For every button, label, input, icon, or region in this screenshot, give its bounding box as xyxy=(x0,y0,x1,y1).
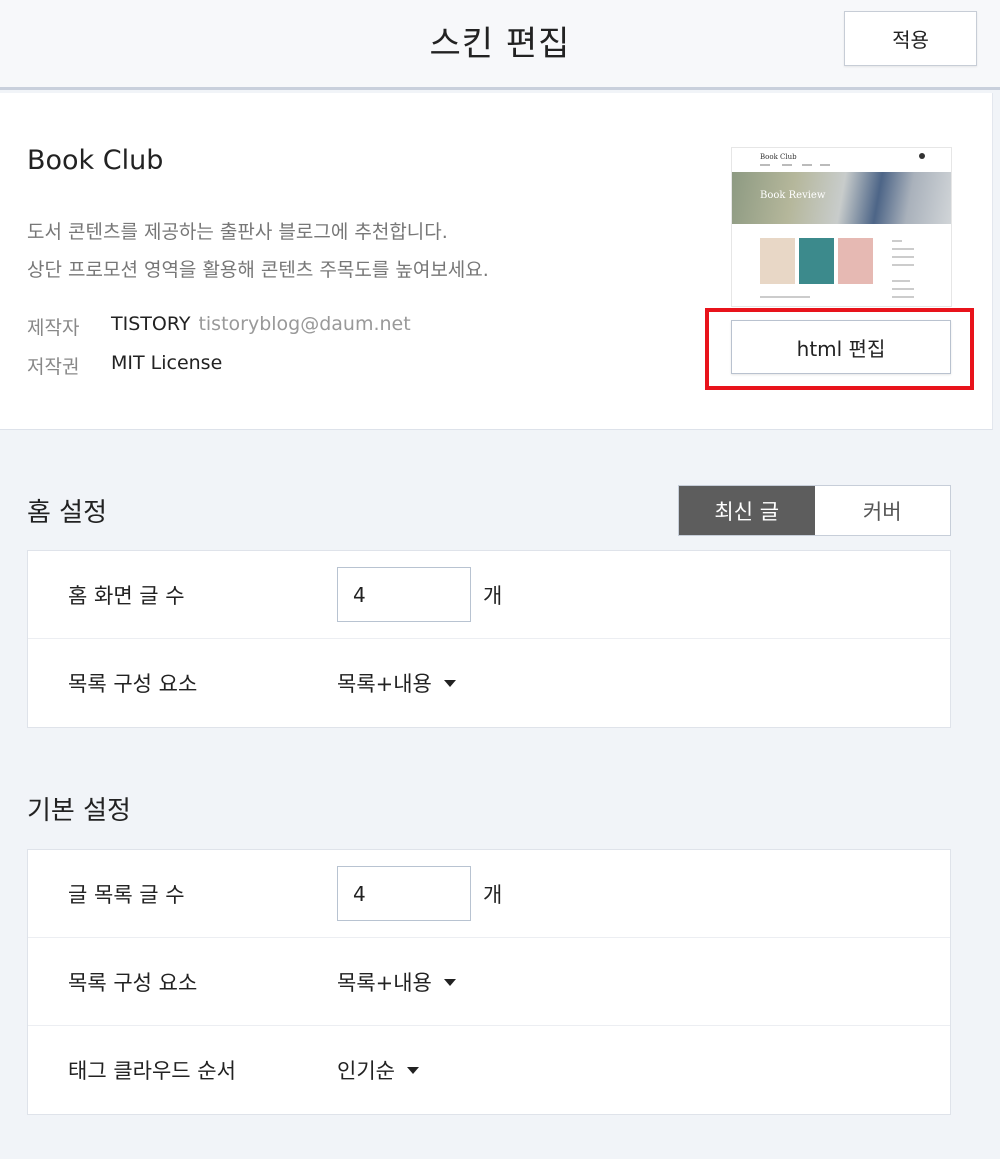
row-label: 목록 구성 요소 xyxy=(68,971,198,995)
home-settings-title: 홈 설정 xyxy=(27,498,108,528)
skin-thumbnail: Book Club Book Review xyxy=(731,147,952,307)
author-email: tistoryblog@daum.net xyxy=(198,313,411,335)
caret-down-icon xyxy=(406,1066,419,1074)
settings-row-home-post-count: 홈 화면 글 수 개 xyxy=(28,551,950,639)
skin-description-line: 상단 프로모션 영역을 활용해 콘텐츠 주목도를 높여보세요. xyxy=(27,259,489,281)
thumbnail-hero-text: Book Review xyxy=(760,190,826,201)
license-label: 저작권 xyxy=(27,356,80,378)
skin-description-line: 도서 콘텐츠를 제공하는 출판사 블로그에 추천합니다. xyxy=(27,221,448,243)
apply-button[interactable]: 적용 xyxy=(844,11,977,66)
tab-cover[interactable]: 커버 xyxy=(814,486,950,535)
row-label: 홈 화면 글 수 xyxy=(68,584,185,608)
author-row: 제작자 TISTORY tistoryblog@daum.net xyxy=(27,313,411,340)
skin-description: 도서 콘텐츠를 제공하는 출판사 블로그에 추천합니다. 상단 프로모션 영역을… xyxy=(27,213,489,289)
home-post-count-input[interactable] xyxy=(337,567,471,622)
row-label: 목록 구성 요소 xyxy=(68,672,198,696)
thumbnail-book-card xyxy=(838,238,873,284)
unit-label: 개 xyxy=(483,883,503,907)
select-value: 목록+내용 xyxy=(337,971,432,995)
thumbnail-nav-item xyxy=(782,164,792,166)
author-label: 제작자 xyxy=(27,317,80,339)
thumbnail-sidebar-line xyxy=(892,288,914,290)
html-edit-button[interactable]: html 편집 xyxy=(731,320,951,374)
thumbnail-header: Book Club xyxy=(732,148,951,172)
thumbnail-book-card xyxy=(760,238,795,284)
home-settings-panel: 홈 화면 글 수 개 목록 구성 요소 목록+내용 xyxy=(27,550,951,728)
list-post-count-input[interactable] xyxy=(337,866,471,921)
thumbnail-caption-line xyxy=(760,296,810,298)
thumbnail-logo: Book Club xyxy=(760,153,797,161)
thumbnail-search-icon xyxy=(919,153,925,159)
caret-down-icon xyxy=(443,679,456,687)
basic-settings-title: 기본 설정 xyxy=(27,796,131,826)
select-value: 인기순 xyxy=(337,1059,395,1083)
top-bar: 스킨 편집 적용 xyxy=(0,0,1000,90)
select-value: 목록+내용 xyxy=(337,672,432,696)
basic-settings-panel: 글 목록 글 수 개 목록 구성 요소 목록+내용 태그 클라우드 순서 인기순 xyxy=(27,849,951,1115)
license-value: MIT License xyxy=(111,352,223,374)
thumbnail-nav-item xyxy=(820,164,830,166)
skin-name: Book Club xyxy=(27,145,164,176)
settings-row-home-list-elements: 목록 구성 요소 목록+내용 xyxy=(28,639,950,727)
list-elements-select[interactable]: 목록+내용 xyxy=(337,967,456,997)
tab-recent-posts[interactable]: 최신 글 xyxy=(679,486,815,535)
settings-row-list-post-count: 글 목록 글 수 개 xyxy=(28,850,950,938)
author-name: TISTORY xyxy=(111,313,191,335)
thumbnail-sidebar-line xyxy=(892,248,914,250)
thumbnail-sidebar-line xyxy=(892,296,914,298)
settings-row-list-elements: 목록 구성 요소 목록+내용 xyxy=(28,938,950,1026)
row-label: 태그 클라우드 순서 xyxy=(68,1059,236,1083)
thumbnail-nav-item xyxy=(802,164,812,166)
thumbnail-book-card xyxy=(799,238,834,284)
unit-label: 개 xyxy=(483,584,503,608)
row-label: 글 목록 글 수 xyxy=(68,883,185,907)
caret-down-icon xyxy=(443,978,456,986)
thumbnail-sidebar-line xyxy=(892,280,910,282)
settings-row-tag-cloud-order: 태그 클라우드 순서 인기순 xyxy=(28,1026,950,1114)
skin-info-panel: Book Club 도서 콘텐츠를 제공하는 출판사 블로그에 추천합니다. 상… xyxy=(0,93,993,430)
home-list-elements-select[interactable]: 목록+내용 xyxy=(337,668,456,698)
thumbnail-sidebar-line xyxy=(892,240,902,242)
license-row: 저작권 MIT License xyxy=(27,352,222,379)
tag-cloud-order-select[interactable]: 인기순 xyxy=(337,1055,419,1085)
thumbnail-sidebar-line xyxy=(892,264,914,266)
thumbnail-nav-item xyxy=(760,164,770,166)
thumbnail-sidebar-line xyxy=(892,256,914,258)
home-type-toggle: 최신 글 커버 xyxy=(678,485,951,536)
